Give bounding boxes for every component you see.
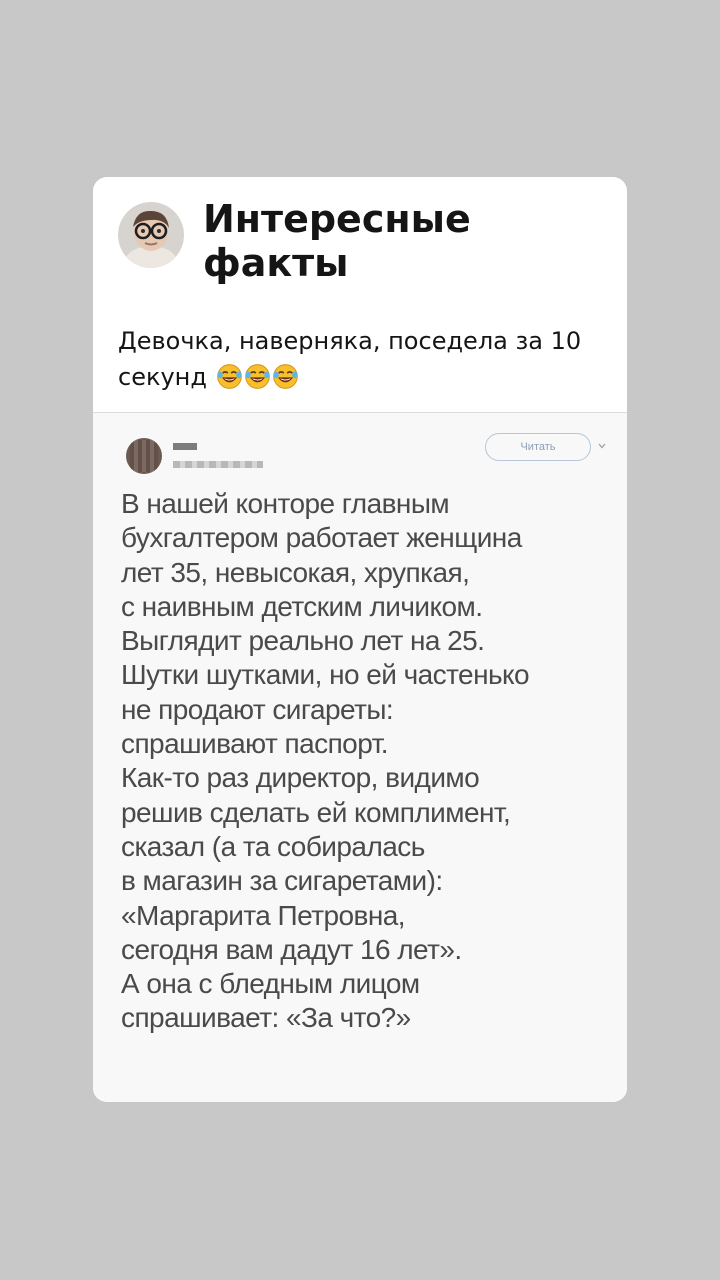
tweet-author-name-blurred	[173, 443, 197, 450]
tweet-author-handle-blurred	[173, 461, 263, 468]
tweet-author-avatar-blurred	[126, 438, 162, 474]
tweet-text-line: сказал (а та собиралась	[121, 830, 425, 862]
chevron-down-icon	[598, 443, 606, 449]
tweet-text-line: «Маргарита Петровна,	[121, 899, 406, 931]
tweet-text-line: бухгалтером работает женщина	[121, 522, 522, 554]
tweet-text-line: В нашей конторе главным	[121, 488, 450, 519]
face-with-tears-of-joy-icon	[272, 364, 298, 389]
follow-button: Читать	[485, 433, 591, 461]
tweet-screenshot[interactable]: Читать В нашей конторе главным бухгалтеро…	[93, 413, 627, 1102]
post-card: Интересные факты Девочка, наверняка, пос…	[93, 177, 627, 1102]
face-with-tears-of-joy-icon	[244, 364, 270, 389]
tweet-text-line: Шутки шутками, но ей частенько	[121, 659, 530, 691]
tweet-text-line: Как-то раз директор, видимо	[121, 762, 480, 794]
post-header: Интересные факты Девочка, наверняка, пос…	[93, 177, 627, 413]
tweet-text-line: спрашивает: «За что?»	[121, 1002, 411, 1034]
child-with-glasses-avatar-icon	[118, 202, 184, 268]
tweet-text-line: не продают сигареты:	[121, 693, 394, 725]
tweet-text-line: А она с бледным лицом	[121, 968, 420, 1000]
channel-avatar[interactable]	[118, 202, 184, 268]
tweet-text-line: лет 35, невысокая, хрупкая,	[121, 556, 470, 588]
caption-text: Девочка, наверняка, поседела за 10 секун…	[118, 327, 582, 391]
tweet-text-line: Выглядит реально лет на 25.	[121, 625, 485, 657]
tweet-text-line: решив сделать ей комплимент,	[121, 796, 511, 828]
face-with-tears-of-joy-icon	[216, 364, 242, 389]
tweet-text-line: сегодня вам дадут 16 лет».	[121, 933, 462, 965]
post-caption: Девочка, наверняка, поседела за 10 секун…	[118, 323, 608, 395]
tweet-text-line: в магазин за сигаретами):	[121, 865, 443, 897]
channel-name[interactable]: Интересные факты	[203, 197, 583, 285]
tweet-text-line: с наивным детским личиком.	[121, 590, 483, 622]
tweet-text-line: спрашивают паспорт.	[121, 728, 389, 760]
tweet-text: В нашей конторе главным бухгалтером работ…	[121, 487, 621, 1036]
